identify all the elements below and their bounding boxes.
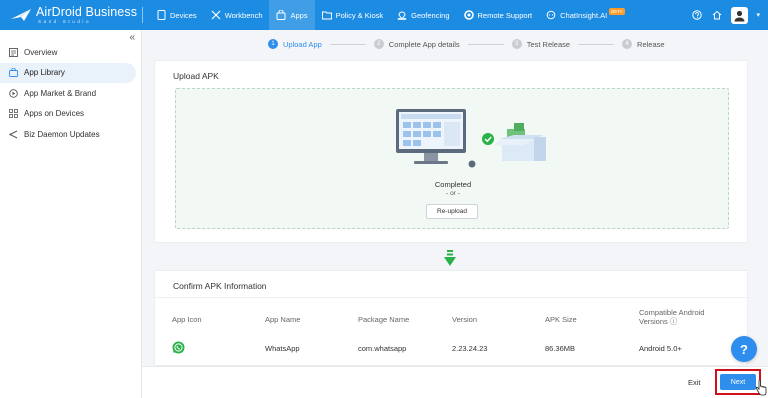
or-separator: - or -	[446, 190, 460, 197]
upload-status: Completed	[434, 180, 472, 189]
nav-geofencing[interactable]: Geofencing	[390, 0, 456, 30]
bag-icon	[8, 68, 18, 78]
store-icon	[8, 88, 18, 98]
header-package-name: Package Name	[358, 315, 410, 324]
step-connector	[467, 43, 504, 45]
grid-icon	[8, 109, 18, 119]
chat-icon	[546, 10, 556, 20]
top-bar: AirDroid Business Sand Studio Devices Wo…	[0, 0, 768, 30]
version-cell: 2.23.24.23	[452, 344, 488, 353]
header-app-name: App Name	[265, 315, 301, 324]
chevron-down-icon[interactable]: ▾	[756, 11, 760, 19]
nav-devices[interactable]: Devices	[149, 0, 204, 30]
nav-apps[interactable]: Apps	[269, 0, 315, 30]
step-number: 1	[268, 39, 278, 49]
tools-icon	[211, 10, 221, 20]
step-release: 4 Release	[622, 39, 665, 49]
nav-divider	[142, 7, 143, 23]
arrow-down-icon	[444, 250, 456, 266]
brand-logo[interactable]: AirDroid Business Sand Studio	[0, 6, 140, 24]
reupload-button[interactable]: Re-upload	[426, 204, 478, 219]
step-label: Release	[637, 39, 665, 49]
confirm-apk-card: Confirm APK Information App Icon App Nam…	[154, 270, 749, 366]
whatsapp-icon	[172, 341, 185, 354]
sidebar-item-overview[interactable]: Overview	[0, 42, 136, 63]
brand-subtitle: Sand Studio	[38, 18, 92, 24]
upload-apk-card: Upload APK Completed - or - Re-upload	[154, 60, 748, 243]
step-connector	[329, 43, 366, 45]
card-divider	[155, 297, 749, 298]
step-number: 2	[373, 39, 384, 49]
top-right-controls: ▾	[691, 0, 760, 30]
app-name-cell: WhatsApp	[265, 344, 300, 353]
sidebar-item-app-market[interactable]: App Market & Brand	[0, 83, 136, 104]
next-button[interactable]: Next	[720, 374, 756, 390]
nav-policy-kiosk[interactable]: Policy & Kiosk	[315, 0, 391, 30]
folder-icon	[321, 10, 332, 20]
share-icon	[8, 129, 18, 139]
sidebar: « Overview App Library App Market & Bran…	[0, 30, 142, 398]
help-circle-icon[interactable]	[691, 9, 703, 21]
list-icon	[8, 47, 18, 57]
beta-badge: BETA	[609, 7, 625, 15]
home-icon[interactable]	[711, 9, 723, 21]
step-label: Test Release	[526, 39, 571, 49]
bag-icon	[276, 10, 286, 20]
brand-name: AirDroid Business	[36, 5, 138, 19]
step-number: 4	[622, 39, 633, 49]
airdroid-logo-icon	[10, 7, 32, 23]
compat-cell: Android 5.0+	[639, 344, 682, 353]
header-compatible-android: Compatible Android Versions ⓘ	[639, 308, 705, 326]
sidebar-item-apps-on-devices[interactable]: Apps on Devices	[0, 104, 136, 125]
nav-workbench[interactable]: Workbench	[204, 0, 270, 30]
step-number: 3	[511, 39, 522, 49]
header-app-icon: App Icon	[172, 315, 202, 324]
upload-apk-title: Upload APK	[173, 71, 219, 81]
apk-size-cell: 86.36MB	[545, 344, 576, 353]
location-icon	[397, 10, 407, 20]
pointer-cursor-icon	[755, 380, 767, 396]
step-label: Complete App details	[388, 39, 460, 49]
step-complete-app-details: 2 Complete App details	[373, 39, 460, 49]
header-apk-size: APK Size	[545, 315, 577, 324]
step-label: Upload App	[283, 39, 322, 49]
footer-bar: Exit Next	[142, 366, 768, 398]
tablet-icon	[156, 10, 166, 20]
upload-complete-illustration	[396, 109, 546, 168]
apk-dropzone[interactable]: Completed - or - Re-upload	[175, 88, 729, 229]
avatar[interactable]	[731, 6, 749, 24]
sidebar-item-app-library[interactable]: App Library	[0, 62, 136, 83]
step-connector	[578, 43, 615, 45]
package-name-cell: com.whatsapp	[358, 344, 407, 353]
nav-chatinsight[interactable]: ChatInsight.AI BETA	[539, 0, 632, 30]
main-nav: Devices Workbench Apps Policy & Kiosk Ge…	[149, 0, 632, 30]
sidebar-list: Overview App Library App Market & Brand …	[0, 42, 142, 145]
help-button[interactable]: ?	[731, 336, 757, 362]
header-version: Version	[452, 315, 478, 324]
upload-stepper: 1 Upload App 2 Complete App details 3 Te…	[268, 39, 665, 49]
step-upload-app: 1 Upload App	[268, 39, 322, 49]
nav-remote-support[interactable]: Remote Support	[457, 0, 540, 30]
confirm-apk-title: Confirm APK Information	[173, 281, 267, 291]
exit-button[interactable]: Exit	[688, 378, 701, 387]
support-icon	[463, 10, 474, 20]
step-test-release: 3 Test Release	[511, 39, 571, 49]
sidebar-item-biz-daemon-updates[interactable]: Biz Daemon Updates	[0, 124, 136, 145]
